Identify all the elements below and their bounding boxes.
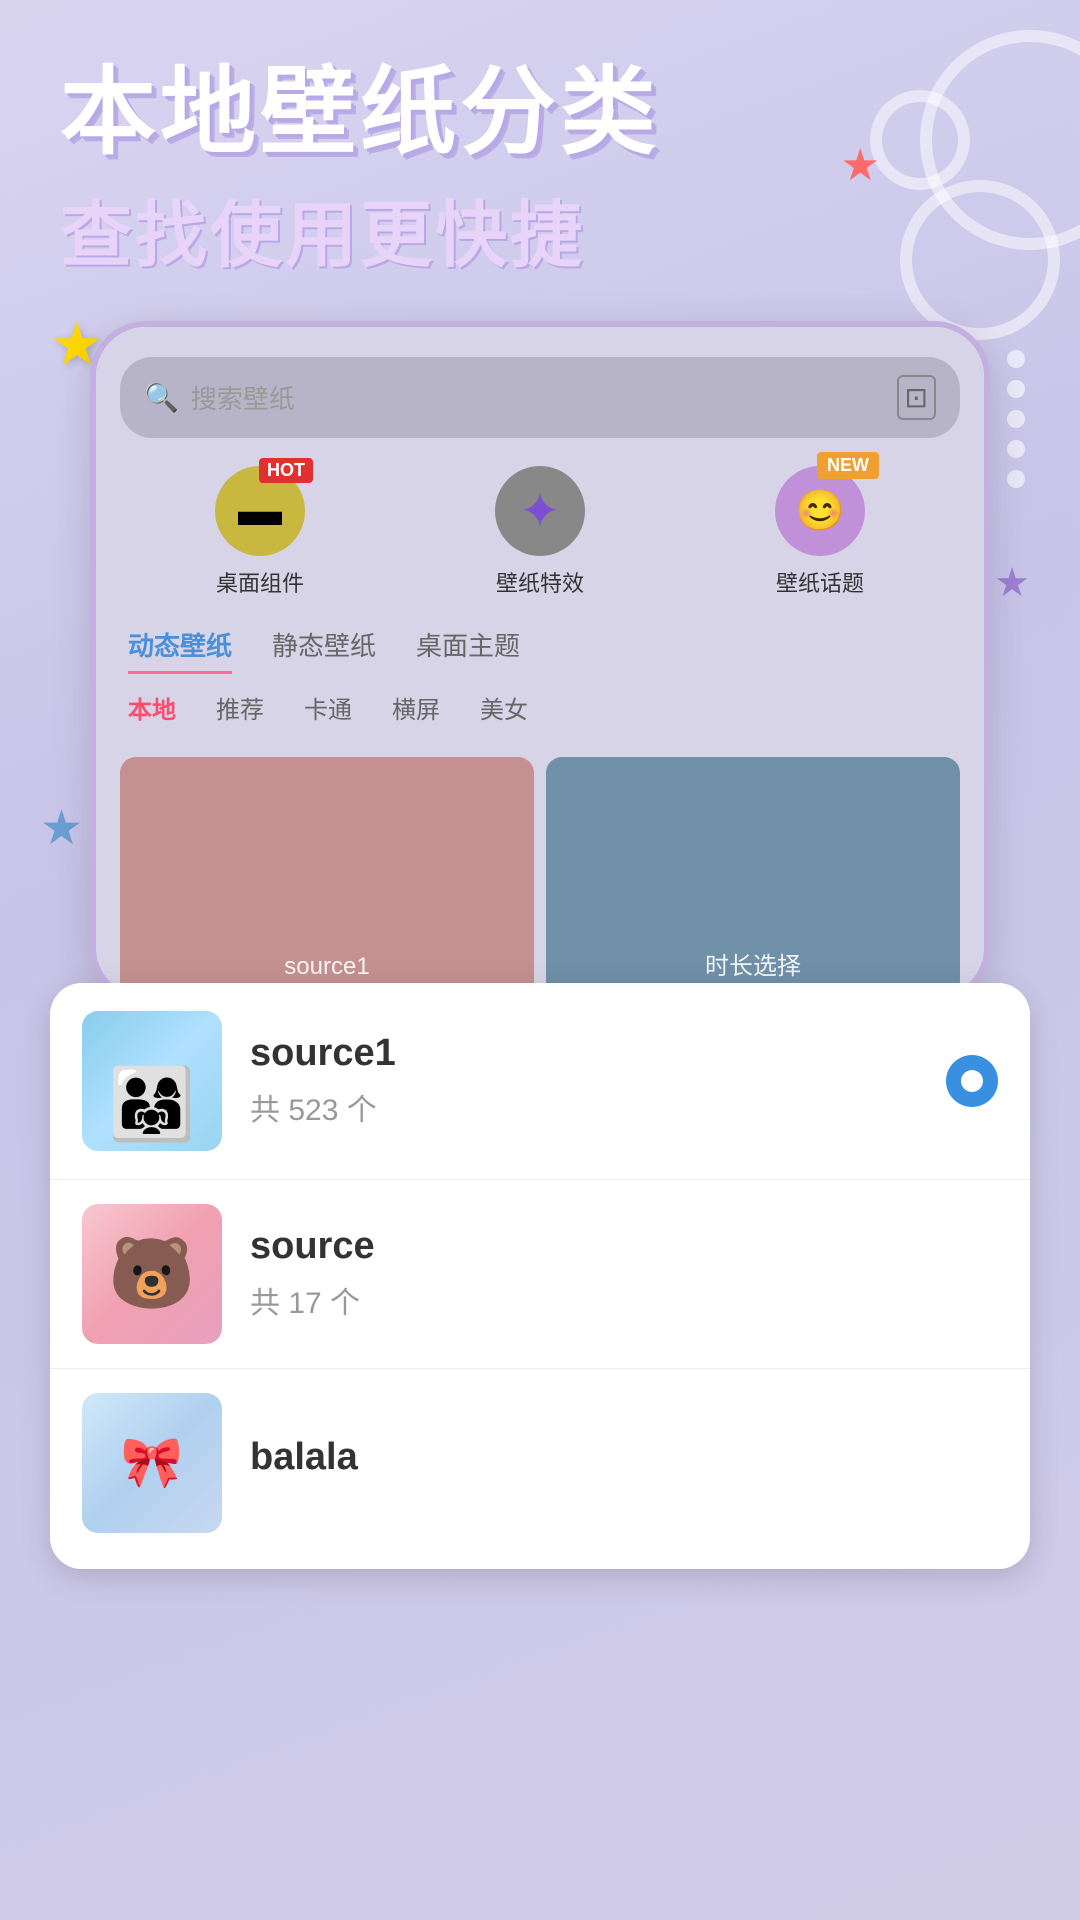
- sub-tabs: 本地 推荐 卡通 横屏 美女: [120, 682, 960, 741]
- wallpaper-label-duration: 时长选择: [705, 946, 801, 981]
- list-count-source1: 共 523 个: [250, 1085, 918, 1129]
- list-info-source1: source1 共 523 个: [250, 1032, 918, 1129]
- header: 本地壁纸分类 查找使用更快捷: [0, 0, 1080, 301]
- hot-badge: HOT: [259, 458, 313, 483]
- search-placeholder: 搜索壁纸: [191, 379, 885, 416]
- subtab-recommend[interactable]: 推荐: [216, 690, 264, 725]
- subtab-landscape[interactable]: 横屏: [392, 690, 440, 725]
- wallpaper-label-source1: source1: [284, 953, 369, 981]
- subtab-beauty[interactable]: 美女: [480, 690, 528, 725]
- subtab-local[interactable]: 本地: [128, 690, 176, 725]
- wallpaper-effects-icon: ✦: [519, 482, 561, 540]
- page-title-sub: 查找使用更快捷: [60, 176, 1020, 281]
- source-list-panel: 👨‍👩‍👧 source1 共 523 个 🐻 source 共 17 个: [50, 983, 1030, 1569]
- list-thumb-balala: 🎀: [82, 1393, 222, 1533]
- phone-mockup: 🔍 搜索壁纸 ⊡ HOT ▬ 桌面组件: [90, 321, 990, 1003]
- list-info-balala: balala: [250, 1436, 998, 1489]
- subtab-cartoon[interactable]: 卡通: [304, 690, 352, 725]
- page-root: ★ ★ ★ ★ 本地壁纸分类 查找使用更快捷 🔍 搜索壁纸 ⊡: [0, 0, 1080, 1920]
- wallpaper-effects-icon-wrap: ✦: [495, 466, 585, 556]
- tab-static-wallpaper[interactable]: 静态壁纸: [272, 626, 376, 674]
- list-title-source: source: [250, 1225, 998, 1268]
- category-wallpaper-topics[interactable]: NEW 😊 壁纸话题: [775, 466, 865, 598]
- category-wallpaper-effects[interactable]: ✦ 壁纸特效: [495, 466, 585, 598]
- search-bar[interactable]: 🔍 搜索壁纸 ⊡: [120, 357, 960, 438]
- wallpaper-grid: source1 时长选择: [120, 757, 960, 997]
- list-item-source1[interactable]: 👨‍👩‍👧 source1 共 523 个: [50, 983, 1030, 1179]
- search-icon: 🔍: [144, 381, 179, 414]
- phone-container: 🔍 搜索壁纸 ⊡ HOT ▬ 桌面组件: [0, 321, 1080, 1003]
- phone-screen: 🔍 搜索壁纸 ⊡ HOT ▬ 桌面组件: [96, 327, 984, 997]
- page-title-main: 本地壁纸分类: [60, 60, 1020, 166]
- wallpaper-topics-icon-wrap: NEW 😊: [775, 466, 865, 556]
- wallpaper-topics-label: 壁纸话题: [776, 566, 864, 598]
- main-tabs: 动态壁纸 静态壁纸 桌面主题: [120, 626, 960, 674]
- list-title-balala: balala: [250, 1436, 998, 1479]
- export-icon[interactable]: ⊡: [897, 375, 936, 420]
- radio-inner-source1: [961, 1070, 983, 1092]
- wallpaper-card-source1[interactable]: source1: [120, 757, 534, 997]
- wallpaper-effects-label: 壁纸特效: [496, 566, 584, 598]
- desktop-widget-icon-wrap: HOT ▬: [215, 466, 305, 556]
- categories-row: HOT ▬ 桌面组件 ✦ 壁纸特效: [120, 466, 960, 598]
- desktop-widget-label: 桌面组件: [216, 566, 304, 598]
- category-desktop-widget[interactable]: HOT ▬ 桌面组件: [215, 466, 305, 598]
- list-thumb-source1: 👨‍👩‍👧: [82, 1011, 222, 1151]
- list-radio-source1[interactable]: [946, 1055, 998, 1107]
- list-title-source1: source1: [250, 1032, 918, 1075]
- list-count-source: 共 17 个: [250, 1278, 998, 1322]
- list-thumb-source: 🐻: [82, 1204, 222, 1344]
- list-item-balala[interactable]: 🎀 balala: [50, 1368, 1030, 1569]
- shinchan-thumbnail: 👨‍👩‍👧: [82, 1011, 222, 1151]
- new-badge: NEW: [817, 452, 879, 479]
- list-info-source: source 共 17 个: [250, 1225, 998, 1322]
- list-item-source[interactable]: 🐻 source 共 17 个: [50, 1179, 1030, 1368]
- tab-desktop-theme[interactable]: 桌面主题: [416, 626, 520, 674]
- tab-dynamic-wallpaper[interactable]: 动态壁纸: [128, 626, 232, 674]
- desktop-widget-icon: ▬: [238, 486, 282, 536]
- wallpaper-topics-icon: 😊: [795, 487, 845, 534]
- wallpaper-card-duration[interactable]: 时长选择: [546, 757, 960, 997]
